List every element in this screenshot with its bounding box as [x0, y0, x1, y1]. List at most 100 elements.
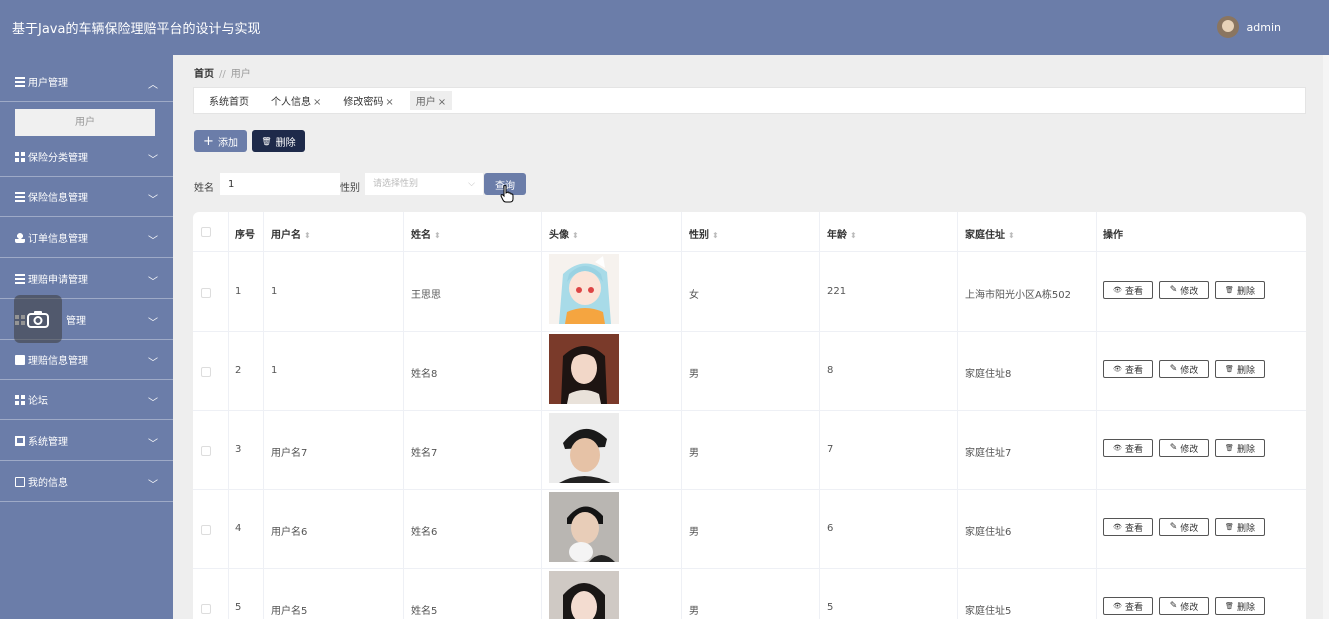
sidebar-item-label: 订单信息管理	[28, 234, 88, 245]
gender-select[interactable]: 请选择性别 ⌵	[365, 173, 483, 195]
avatar-photo	[549, 492, 619, 562]
sort-icon[interactable]: ⬍	[1008, 231, 1015, 240]
cell-address: 家庭住址8	[965, 369, 1012, 380]
breadcrumb-current: 用户	[230, 69, 251, 80]
breadcrumb-home[interactable]: 首页	[194, 69, 214, 80]
close-icon[interactable]: ×	[438, 97, 446, 108]
chevron-down-icon: ﹀	[148, 358, 158, 369]
tab-user[interactable]: 用户 ×	[409, 91, 453, 110]
sort-icon[interactable]: ⬍	[712, 231, 719, 240]
tab-change-password[interactable]: 修改密码 ×	[337, 91, 399, 110]
name-input[interactable]	[220, 173, 340, 195]
sidebar-item-insurance-info[interactable]: 保险信息管理 ﹀	[0, 177, 173, 217]
view-button[interactable]: 👁 查看	[1103, 439, 1153, 457]
row-checkbox[interactable]	[201, 288, 211, 298]
sort-icon[interactable]: ⬍	[304, 231, 311, 240]
close-icon[interactable]: ×	[313, 97, 321, 108]
cell-gender: 男	[689, 606, 699, 617]
trash-icon: 🗑	[1225, 286, 1234, 294]
breadcrumb: 首页 // 用户	[194, 65, 251, 80]
sidebar-subitem-user[interactable]: 用户	[15, 109, 155, 136]
chevron-up-icon: ︿	[148, 80, 158, 91]
edit-button[interactable]: ✎ 修改	[1159, 518, 1209, 536]
sort-icon[interactable]: ⬍	[572, 231, 579, 240]
sidebar-item-claim-application[interactable]: 理赔申请管理 ﹀	[0, 259, 173, 299]
delete-row-button[interactable]: 🗑 删除	[1215, 360, 1265, 378]
sidebar-item-label: 用户管理	[28, 78, 68, 89]
chevron-down-icon: ﹀	[148, 236, 158, 247]
sort-icon[interactable]: ⬍	[850, 231, 857, 240]
sliders-icon	[15, 191, 25, 202]
user-avatar[interactable]	[1216, 16, 1239, 38]
sidebar-item-system[interactable]: 系统管理 ﹀	[0, 421, 173, 461]
tab-profile[interactable]: 个人信息 ×	[265, 91, 327, 110]
view-label: 查看	[1124, 286, 1143, 297]
screenshot-camera-button[interactable]	[14, 295, 62, 343]
sidebar: 用户管理 ︿ 用户 保险分类管理 ﹀ 保险信息管理 ﹀ 订单信息管理 ﹀ 理赔申…	[0, 55, 173, 619]
list-icon	[15, 76, 25, 87]
sidebar-item-label: 保险分类管理	[28, 153, 88, 164]
view-label: 查看	[1124, 365, 1143, 376]
user-menu[interactable]: admin	[1216, 16, 1281, 38]
header-actions: 操作	[1103, 230, 1123, 241]
select-all-checkbox[interactable]	[201, 227, 211, 237]
add-button[interactable]: + 添加	[194, 130, 247, 152]
view-button[interactable]: 👁 查看	[1103, 518, 1153, 536]
cell-address: 家庭住址6	[965, 527, 1012, 538]
row-checkbox[interactable]	[201, 604, 211, 614]
row-checkbox[interactable]	[201, 367, 211, 377]
close-icon[interactable]: ×	[385, 97, 393, 108]
view-button[interactable]: 👁 查看	[1103, 281, 1153, 299]
page-scrollbar[interactable]	[1323, 55, 1329, 619]
cell-gender: 女	[689, 290, 699, 301]
view-label: 查看	[1124, 444, 1143, 455]
table-row: 2 1 姓名8 男 8 家庭住址8 👁 查看 ✎ 修改 🗑 删除	[193, 332, 1306, 411]
clipboard-icon	[15, 354, 25, 365]
tab-bar: 系统首页 个人信息 × 修改密码 × 用户 ×	[193, 87, 1306, 114]
header-username[interactable]: 用户名 ⬍	[271, 226, 311, 241]
sidebar-item-claim-info[interactable]: 理赔信息管理 ﹀	[0, 340, 173, 380]
eye-icon: 👁	[1113, 602, 1122, 610]
user-name[interactable]: admin	[1247, 21, 1281, 34]
edit-icon: ✎	[1169, 443, 1178, 453]
sidebar-item-label: 保险信息管理	[28, 193, 88, 204]
avatar-photo	[549, 571, 619, 619]
sort-icon[interactable]: ⬍	[434, 231, 441, 240]
sidebar-item-insurance-category[interactable]: 保险分类管理 ﹀	[0, 137, 173, 177]
tab-home[interactable]: 系统首页	[203, 91, 255, 110]
edit-icon: ✎	[1169, 522, 1178, 532]
sidebar-item-forum[interactable]: 论坛 ﹀	[0, 380, 173, 420]
header-name[interactable]: 姓名 ⬍	[411, 226, 441, 241]
cell-name: 姓名5	[411, 606, 438, 617]
header-gender[interactable]: 性别 ⬍	[689, 226, 719, 241]
row-checkbox[interactable]	[201, 446, 211, 456]
header-label: 家庭住址	[965, 230, 1005, 241]
delete-row-button[interactable]: 🗑 删除	[1215, 518, 1265, 536]
sidebar-item-my-info[interactable]: 我的信息 ﹀	[0, 462, 173, 502]
delete-row-button[interactable]: 🗑 删除	[1215, 597, 1265, 615]
eye-icon: 👁	[1113, 444, 1122, 452]
trash-icon: 🗑	[1225, 523, 1234, 531]
app-title: 基于Java的车辆保险理赔平台的设计与实现	[12, 22, 261, 37]
header-avatar[interactable]: 头像 ⬍	[549, 226, 579, 241]
cell-gender: 男	[689, 369, 699, 380]
cell-index: 5	[235, 602, 242, 613]
header-age[interactable]: 年龄 ⬍	[827, 226, 857, 241]
delete-row-button[interactable]: 🗑 删除	[1215, 281, 1265, 299]
sidebar-item-order-info[interactable]: 订单信息管理 ﹀	[0, 218, 173, 258]
row-checkbox[interactable]	[201, 525, 211, 535]
plus-icon: +	[203, 133, 214, 149]
edit-button[interactable]: ✎ 修改	[1159, 360, 1209, 378]
delete-row-button[interactable]: 🗑 删除	[1215, 439, 1265, 457]
view-button[interactable]: 👁 查看	[1103, 360, 1153, 378]
header-address[interactable]: 家庭住址 ⬍	[965, 226, 1015, 241]
edit-button[interactable]: ✎ 修改	[1159, 439, 1209, 457]
sidebar-item-user-management[interactable]: 用户管理 ︿	[0, 62, 173, 102]
view-button[interactable]: 👁 查看	[1103, 597, 1153, 615]
gender-placeholder: 请选择性别	[373, 179, 419, 189]
chevron-down-icon: ﹀	[148, 439, 158, 450]
edit-label: 修改	[1180, 523, 1199, 534]
delete-button[interactable]: 🗑 删除	[252, 130, 305, 152]
edit-button[interactable]: ✎ 修改	[1159, 597, 1209, 615]
edit-button[interactable]: ✎ 修改	[1159, 281, 1209, 299]
